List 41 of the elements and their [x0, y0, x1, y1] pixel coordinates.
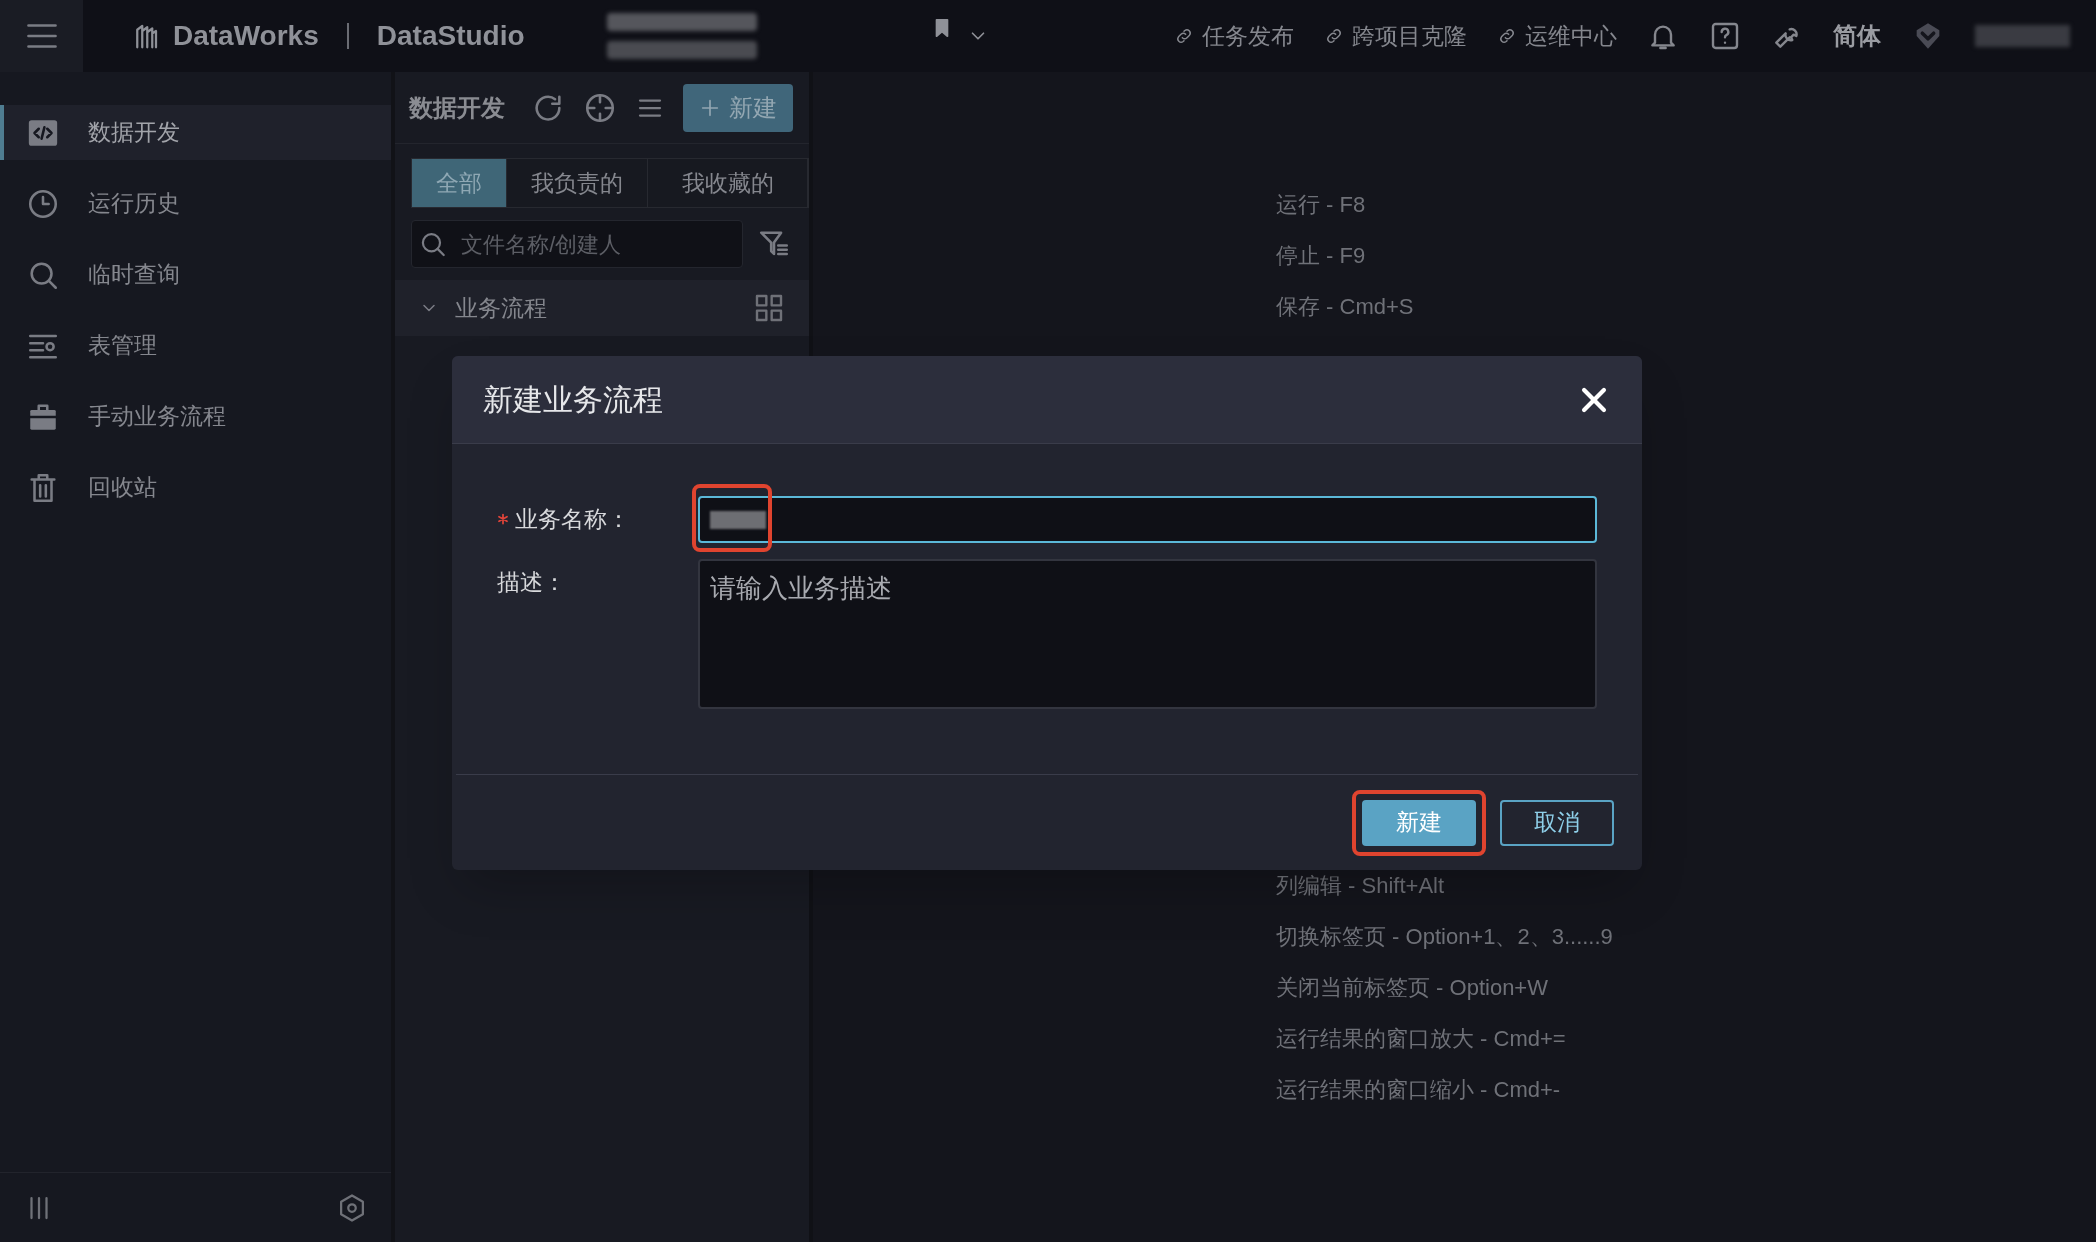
search-input[interactable]: 文件名称/创建人 [461, 227, 736, 261]
shortcut-text: 保存 - Cmd+S [1276, 293, 1415, 321]
product-name: DataStudio [376, 19, 525, 53]
shortcut-text: 运行结果的窗口缩小 - Cmd+- [1276, 1076, 1562, 1104]
field-label: 描述： [497, 568, 566, 597]
divider [346, 23, 349, 49]
create-button[interactable]: 新建 [1362, 799, 1476, 846]
dialog-title: 新建业务流程 [483, 382, 663, 418]
field-label: 业务名称： [515, 505, 630, 534]
shortcut-text: 切换标签页 - Option+1、2、3......9 [1276, 923, 1614, 951]
name-input[interactable] [698, 496, 1597, 543]
shortcut-text: 运行 - F8 [1276, 191, 1367, 219]
nav-link[interactable]: 任务发布 [1174, 18, 1294, 54]
cancel-button[interactable]: 取消 [1500, 799, 1614, 846]
sidebar-item[interactable]: 表管理 [0, 318, 391, 373]
help-icon[interactable] [1709, 20, 1741, 52]
folder-row[interactable]: 业务流程 [395, 280, 809, 336]
nav-link[interactable]: 运维中心 [1497, 18, 1617, 54]
redacted-text [710, 510, 766, 529]
sidebar-item[interactable]: 运行历史 [0, 176, 391, 231]
sidebar-item[interactable]: 手动业务流程 [0, 389, 391, 444]
folder-label: 业务流程 [455, 293, 547, 323]
link-icon [1324, 26, 1344, 46]
nav-link[interactable]: 跨项目克隆 [1324, 18, 1467, 54]
shortcut-text: 运行结果的窗口放大 - Cmd+= [1276, 1025, 1567, 1053]
description-field[interactable]: 请输入业务描述 [698, 559, 1597, 709]
sidebar-item[interactable]: 数据开发 [0, 105, 391, 160]
logo-text: DataWorks [173, 19, 319, 53]
shortcut-text: 停止 - F9 [1276, 242, 1367, 270]
search-field[interactable]: 文件名称/创建人 [411, 220, 743, 268]
language-switch[interactable]: 简体 [1833, 18, 1881, 54]
filter-tab[interactable]: 全部 [412, 159, 507, 207]
link-icon [1174, 26, 1194, 46]
sidebar-item[interactable]: 回收站 [0, 460, 391, 515]
settings-icon[interactable] [337, 1192, 367, 1223]
shortcut-text: 列编辑 - Shift+Alt [1276, 872, 1446, 900]
sidebar-item[interactable]: 临时查询 [0, 247, 391, 302]
shortcut-text: 关闭当前标签页 - Option+W [1276, 974, 1549, 1002]
link-icon [1497, 26, 1517, 46]
panel-title: 数据开发 [409, 92, 505, 123]
grid-icon[interactable] [753, 292, 785, 324]
